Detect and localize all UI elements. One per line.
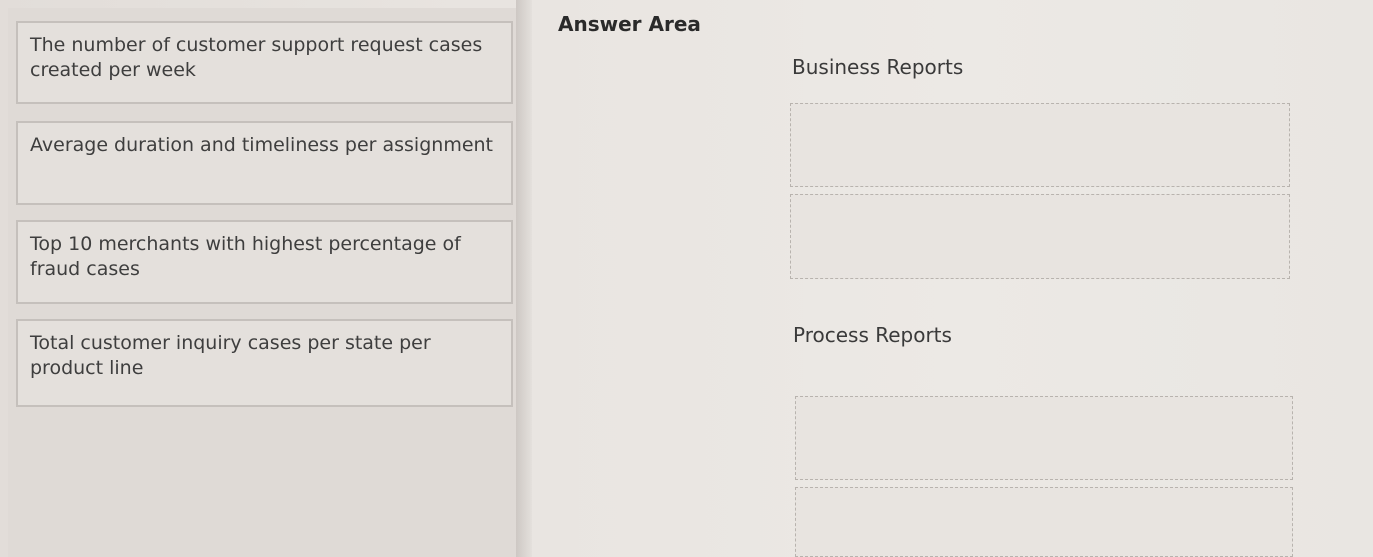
drag-item-support-cases[interactable]: The number of customer support request c… bbox=[16, 21, 513, 104]
business-reports-drop-zone-2[interactable] bbox=[790, 194, 1290, 279]
drag-item-label: The number of customer support request c… bbox=[30, 34, 483, 81]
drag-item-label: Total customer inquiry cases per state p… bbox=[30, 332, 431, 379]
drag-item-inquiry-cases[interactable]: Total customer inquiry cases per state p… bbox=[16, 319, 513, 407]
drag-drop-question: The number of customer support request c… bbox=[0, 0, 1373, 557]
business-reports-drop-zone-1[interactable] bbox=[790, 103, 1290, 187]
drag-item-duration-timeliness[interactable]: Average duration and timeliness per assi… bbox=[16, 121, 513, 205]
panel-divider bbox=[516, 0, 532, 557]
process-reports-title: Process Reports bbox=[793, 323, 952, 347]
answer-area-title: Answer Area bbox=[558, 12, 701, 36]
drag-item-label: Top 10 merchants with highest percentage… bbox=[30, 233, 461, 280]
business-reports-title: Business Reports bbox=[792, 55, 964, 79]
process-reports-drop-zone-1[interactable] bbox=[795, 396, 1293, 480]
process-reports-drop-zone-2[interactable] bbox=[795, 487, 1293, 557]
drag-item-fraud-merchants[interactable]: Top 10 merchants with highest percentage… bbox=[16, 220, 513, 304]
drag-item-label: Average duration and timeliness per assi… bbox=[30, 134, 494, 156]
